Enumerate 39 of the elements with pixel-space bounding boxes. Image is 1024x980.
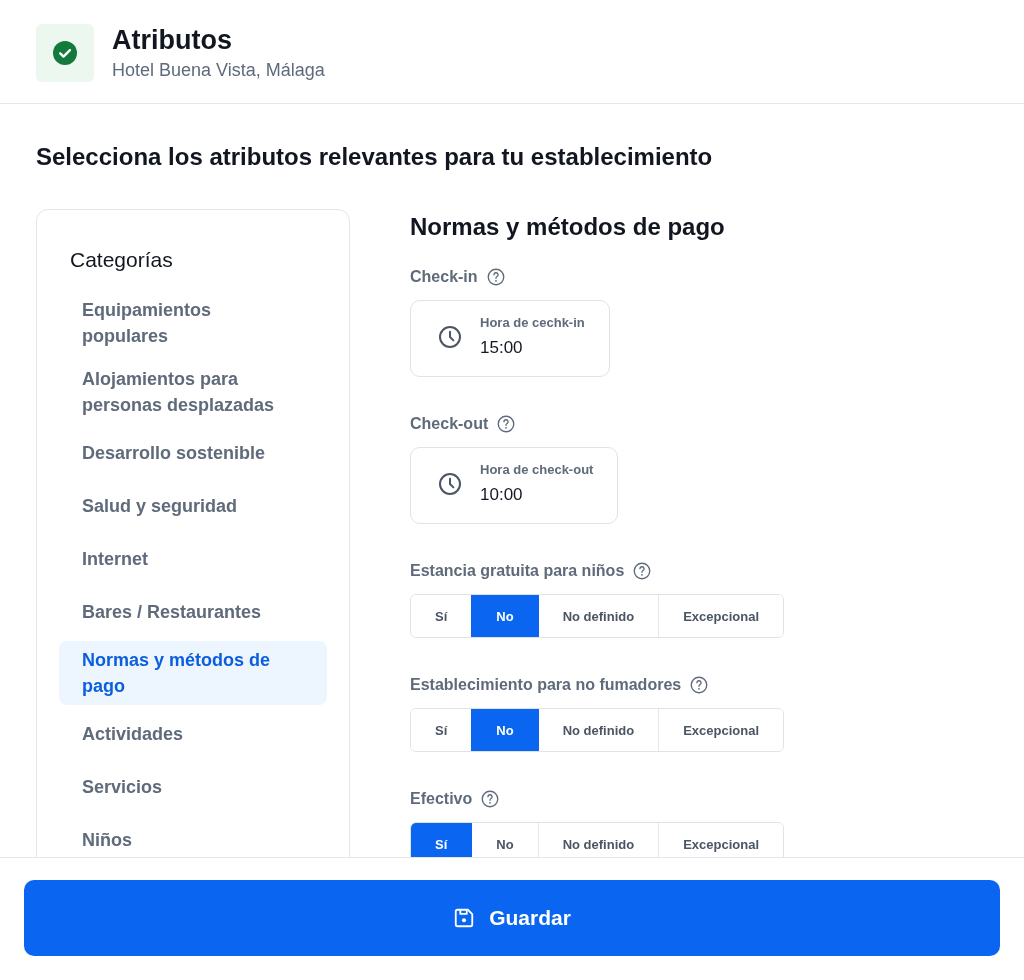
time-field[interactable]: Hora de cechk-in 15:00 (410, 300, 610, 377)
category-item[interactable]: Desarrollo sostenible (59, 429, 327, 477)
help-icon[interactable] (497, 415, 516, 433)
time-field[interactable]: Hora de check-out 10:00 (410, 447, 619, 524)
category-item[interactable]: Servicios (59, 763, 327, 811)
category-item[interactable]: Normas y métodos de pago (59, 641, 327, 705)
field-label: Estancia gratuita para niños (410, 561, 625, 581)
option-button[interactable]: Excepcional (658, 595, 783, 637)
category-item[interactable]: Alojamientos para personas desplazadas (59, 360, 327, 424)
option-button[interactable]: No (471, 709, 538, 751)
check-icon (36, 24, 94, 82)
clock-icon (438, 325, 462, 349)
category-item[interactable]: Niños (59, 816, 327, 857)
instruction-heading: Selecciona los atributos relevantes para tu establecimiento (36, 142, 714, 172)
help-icon[interactable] (481, 790, 500, 808)
option-button[interactable]: Excepcional (658, 709, 783, 751)
sidebar-title: Categorías (70, 247, 174, 273)
category-item[interactable]: Actividades (59, 710, 327, 758)
option-button[interactable]: Excepcional (658, 823, 783, 857)
page-title: Atributos (112, 24, 233, 56)
field-label: Check-out (410, 414, 489, 434)
field-label: Check-in (410, 267, 478, 287)
section-title: Normas y métodos de pago (410, 212, 726, 242)
category-item[interactable]: Salud y seguridad (59, 482, 327, 530)
clock-icon (438, 472, 462, 496)
option-button[interactable]: No (471, 595, 538, 637)
save-button[interactable]: Guardar (24, 880, 1000, 956)
category-item[interactable]: Bares / Restaurantes (59, 588, 327, 636)
category-item[interactable]: Internet (59, 535, 327, 583)
time-input[interactable]: 10:00 (480, 483, 594, 507)
help-icon[interactable] (633, 562, 652, 580)
field-label: Establecimiento para no fumadores (410, 675, 682, 695)
category-item[interactable]: Equipamientos populares (59, 291, 327, 355)
field-label: Efectivo (410, 789, 473, 809)
help-icon[interactable] (486, 268, 505, 286)
time-input[interactable]: 15:00 (480, 336, 585, 360)
help-icon[interactable] (690, 676, 709, 694)
hotel-name: Hotel Buena Vista, Málaga (112, 59, 325, 82)
option-button[interactable]: Sí (411, 823, 472, 857)
